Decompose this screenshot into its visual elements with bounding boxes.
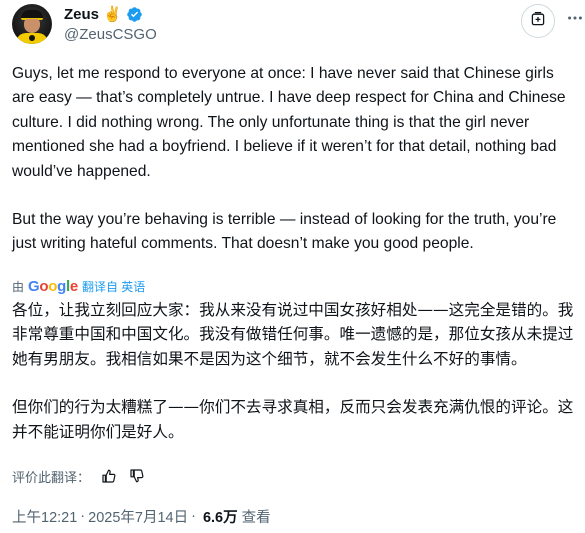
more-options-icon xyxy=(566,9,584,32)
thumbs-up-icon xyxy=(102,469,116,483)
view-count: 6.6万 xyxy=(202,509,238,526)
translated-paragraph-2: 但你们的行为太糟糕了——你们不去寻求真相，反而只会发表充满仇恨的评论。这并不能证… xyxy=(12,398,574,441)
tweet-paragraph-2: But the way you’re behaving is terrible … xyxy=(12,211,557,253)
rate-translation-label: 评价此翻译： xyxy=(12,469,91,485)
thumbs-up-button[interactable] xyxy=(100,467,118,485)
tweet-time[interactable]: 上午12:21 xyxy=(12,506,77,527)
more-options-button[interactable] xyxy=(564,9,585,31)
thumbs-down-button[interactable] xyxy=(128,467,146,485)
author-handle[interactable]: @ZeusCSGO xyxy=(64,26,157,43)
verified-badge-icon[interactable] xyxy=(126,6,143,23)
subscribe-icon xyxy=(530,11,546,32)
meta-separator: · xyxy=(80,508,86,524)
tweet-text: Guys, let me respond to everyone at once… xyxy=(12,62,578,257)
translated-paragraph-1: 各位，让我立刻回应大家：我从来没有说过中国女孩好相处——这完全是错的。我非常尊重… xyxy=(12,301,574,368)
tweet-header: Zeus ✌️ @ZeusCSGO xyxy=(12,4,582,46)
views-label: 查看 xyxy=(241,509,271,526)
translated-text: 各位，让我立刻回应大家：我从来没有说过中国女孩好相处——这完全是错的。我非常尊重… xyxy=(12,298,578,444)
tweet-date[interactable]: 2025年7月14日 xyxy=(88,506,188,527)
tweet-meta: 上午12:21 · 2025年7月14日 · 6.6万 查看 xyxy=(12,505,271,527)
rate-translation-row: 评价此翻译： xyxy=(12,465,146,487)
victory-hand-emoji: ✌️ xyxy=(103,6,122,23)
translated-by-line: 由 Google 翻译自 英语 xyxy=(12,276,145,296)
subscribe-button[interactable] xyxy=(521,4,555,38)
avatar[interactable] xyxy=(12,4,52,44)
author-name-line: Zeus ✌️ xyxy=(64,6,143,23)
author-display-name[interactable]: Zeus xyxy=(64,6,99,23)
tweet-paragraph-1: Guys, let me respond to everyone at once… xyxy=(12,65,566,180)
meta-separator-2: · xyxy=(191,508,196,524)
google-logo: Google xyxy=(28,277,78,295)
translated-by-prefix: 由 xyxy=(12,279,25,294)
translation-source-link[interactable]: 翻译自 英语 xyxy=(82,278,145,295)
thumbs-down-icon xyxy=(130,469,144,483)
